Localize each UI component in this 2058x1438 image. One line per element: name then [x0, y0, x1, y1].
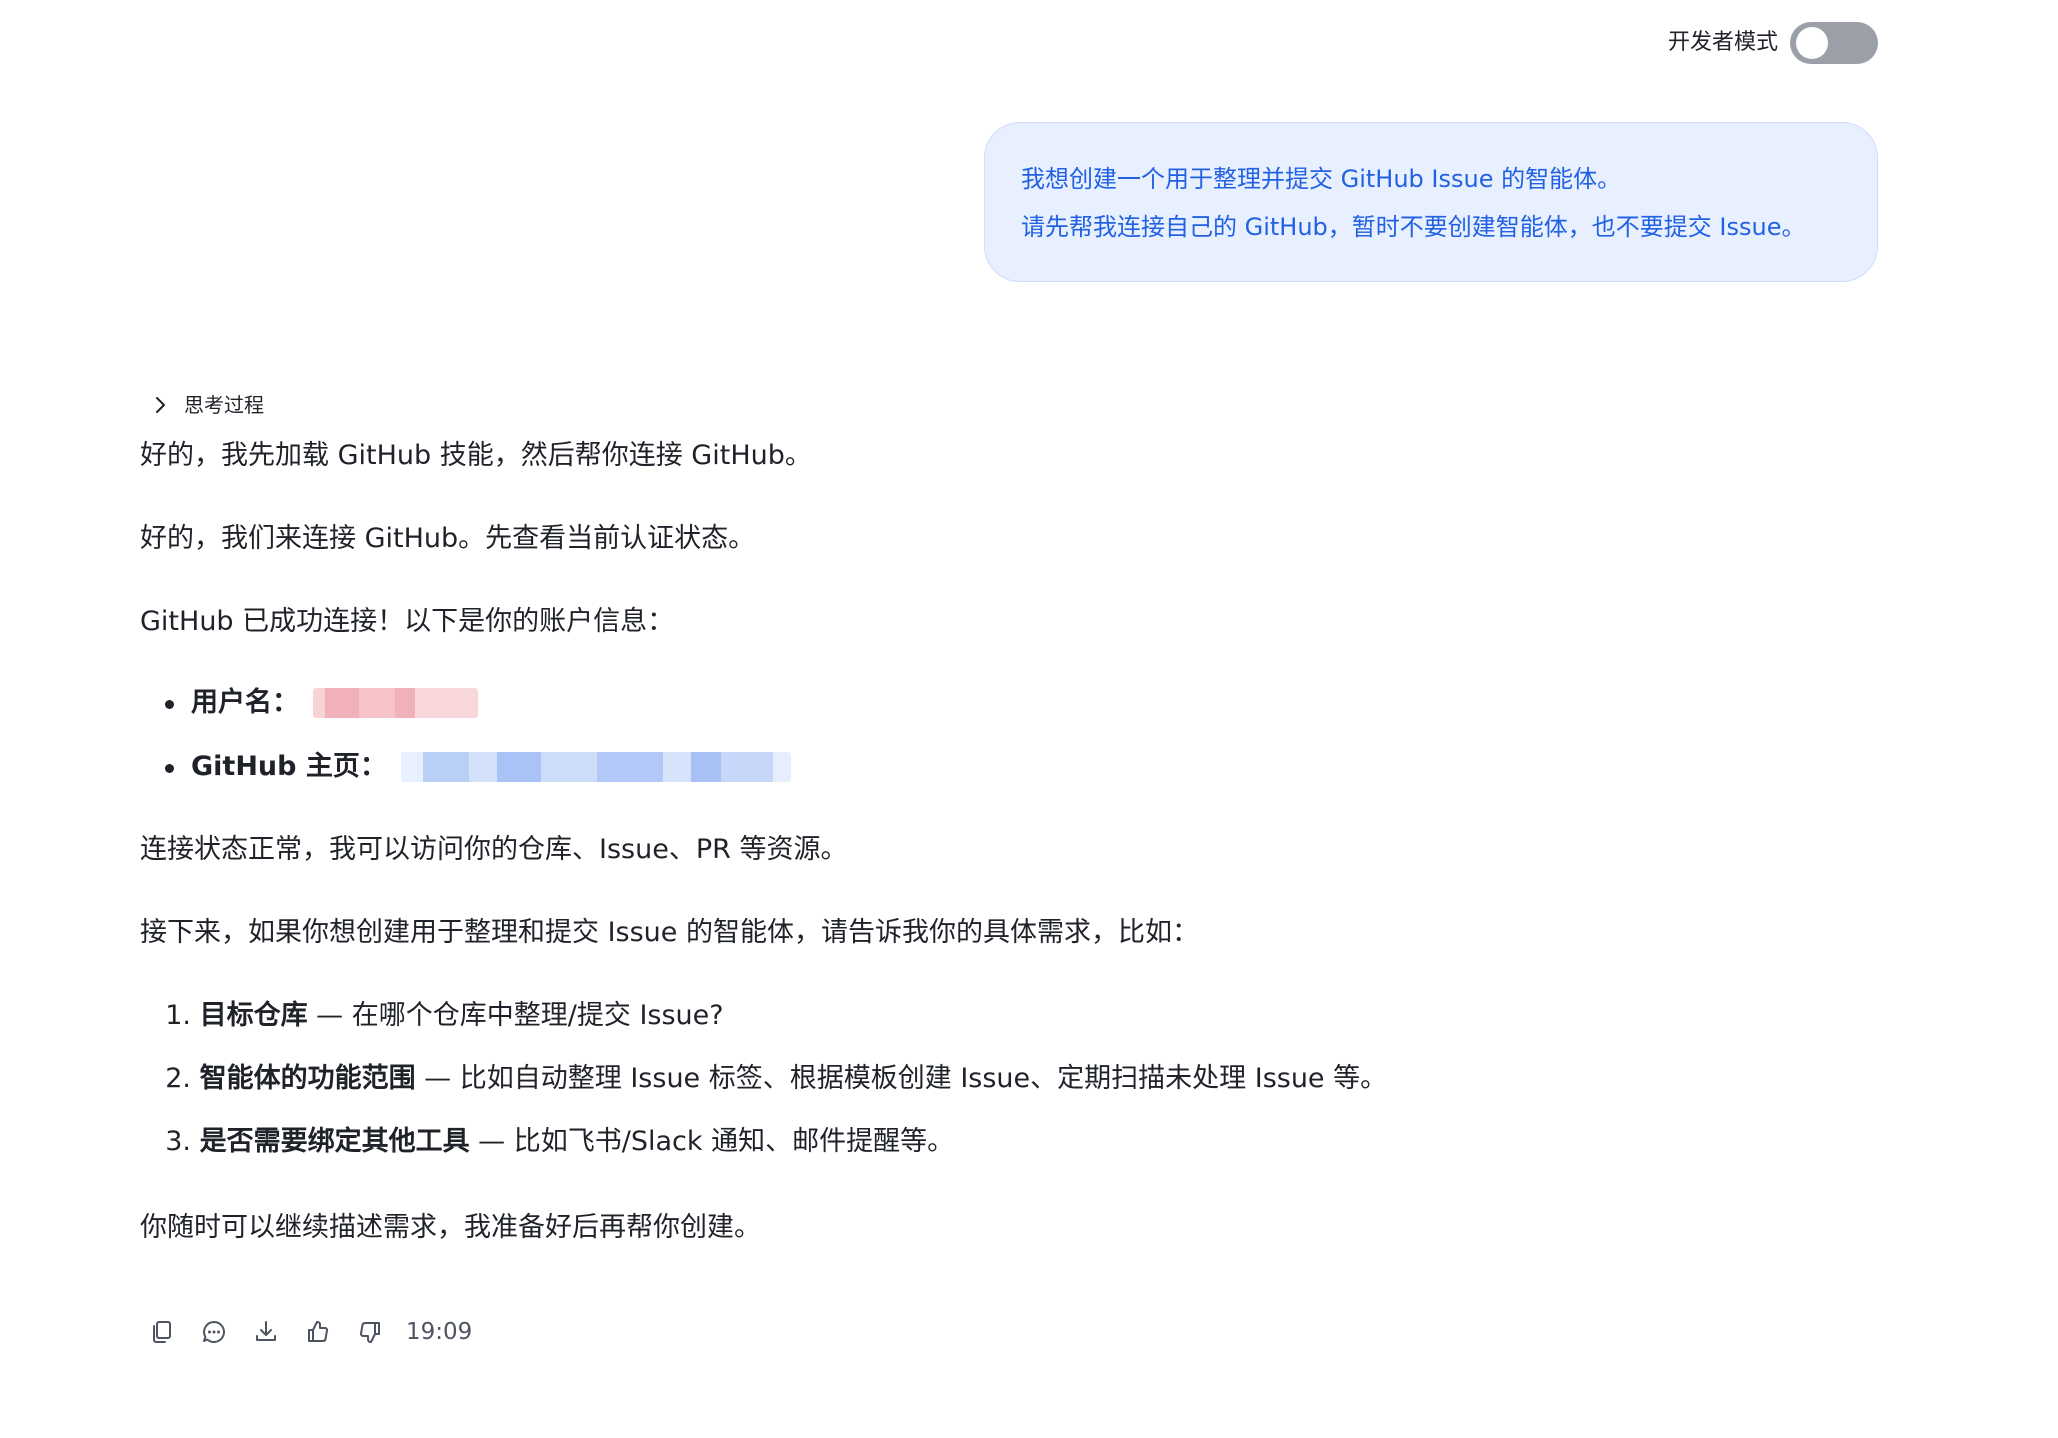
switch-knob [1796, 27, 1828, 59]
requirement-item: 3. 是否需要绑定其他工具 — 比如飞书/Slack 通知、邮件提醒等。 [140, 1122, 1700, 1162]
requirement-detail: — 比如自动整理 Issue 标签、根据模板创建 Issue、定期扫描未处理 I… [415, 1063, 1388, 1094]
thumbs-up-icon[interactable] [302, 1316, 334, 1348]
requirement-item: 2. 智能体的功能范围 — 比如自动整理 Issue 标签、根据模板创建 Iss… [140, 1059, 1700, 1099]
user-message-bubble: 我想创建一个用于整理并提交 GitHub Issue 的智能体。 请先帮我连接自… [984, 122, 1878, 282]
assistant-message: 思考过程 好的，我先加载 GitHub 技能，然后帮你连接 GitHub。 好的… [140, 385, 1700, 1248]
download-icon[interactable] [250, 1316, 282, 1348]
account-info-list: 用户名： GitHub 主页： [140, 683, 1700, 787]
answer-paragraph: GitHub 已成功连接！以下是你的账户信息： [140, 606, 675, 637]
answer-paragraph: 好的，我先加载 GitHub 技能，然后帮你连接 GitHub。 [140, 440, 812, 471]
answer-paragraph: 接下来，如果你想创建用于整理和提交 Issue 的智能体，请告诉我你的具体需求，… [140, 917, 1199, 948]
thumbs-down-icon[interactable] [354, 1316, 386, 1348]
requirement-title: 是否需要绑定其他工具 [199, 1126, 470, 1157]
account-info-item: 用户名： [140, 683, 1700, 723]
redacted-homepage-link[interactable] [400, 752, 791, 782]
user-message-line: 请先帮我连接自己的 GitHub，暂时不要创建智能体，也不要提交 Issue。 [1021, 213, 1806, 241]
requirement-detail: — 在哪个仓库中整理/提交 Issue? [307, 1000, 724, 1031]
answer-paragraph: 好的，我们来连接 GitHub。先查看当前认证状态。 [140, 523, 756, 554]
user-message-line: 我想创建一个用于整理并提交 GitHub Issue 的智能体。 [1021, 165, 1622, 193]
account-info-item: GitHub 主页： [140, 747, 1700, 787]
thinking-process-toggle[interactable]: 思考过程 [150, 385, 1700, 425]
developer-mode-label: 开发者模式 [1667, 30, 1778, 55]
redacted-username [313, 688, 478, 718]
requirements-list: 1. 目标仓库 — 在哪个仓库中整理/提交 Issue? 2. 智能体的功能范围… [140, 996, 1700, 1162]
list-number: 2. [165, 1063, 191, 1094]
copy-icon[interactable] [146, 1316, 178, 1348]
message-timestamp: 19:09 [406, 1319, 473, 1345]
requirement-title: 智能体的功能范围 [199, 1063, 416, 1094]
developer-mode-switch[interactable] [1790, 22, 1878, 64]
answer-paragraph: 你随时可以继续描述需求，我准备好后再帮你创建。 [140, 1212, 761, 1243]
requirement-item: 1. 目标仓库 — 在哪个仓库中整理/提交 Issue? [140, 996, 1700, 1036]
requirement-title: 目标仓库 [199, 1000, 308, 1031]
github-homepage-label: GitHub 主页： [191, 751, 387, 782]
message-action-bar: 19:09 [146, 1316, 472, 1348]
username-label: 用户名： [191, 687, 299, 718]
answer-paragraph: 连接状态正常，我可以访问你的仓库、Issue、PR 等资源。 [140, 834, 848, 865]
requirement-detail: — 比如飞书/Slack 通知、邮件提醒等。 [469, 1126, 955, 1157]
chat-page: 开发者模式 我想创建一个用于整理并提交 GitHub Issue 的智能体。 请… [0, 0, 2058, 1438]
list-number: 1. [165, 1000, 191, 1031]
comment-icon[interactable] [198, 1316, 230, 1348]
list-number: 3. [165, 1126, 191, 1157]
developer-mode-toggle[interactable]: 开发者模式 [1668, 22, 1878, 64]
thinking-process-label: 思考过程 [184, 393, 264, 417]
chevron-right-icon [150, 395, 170, 415]
